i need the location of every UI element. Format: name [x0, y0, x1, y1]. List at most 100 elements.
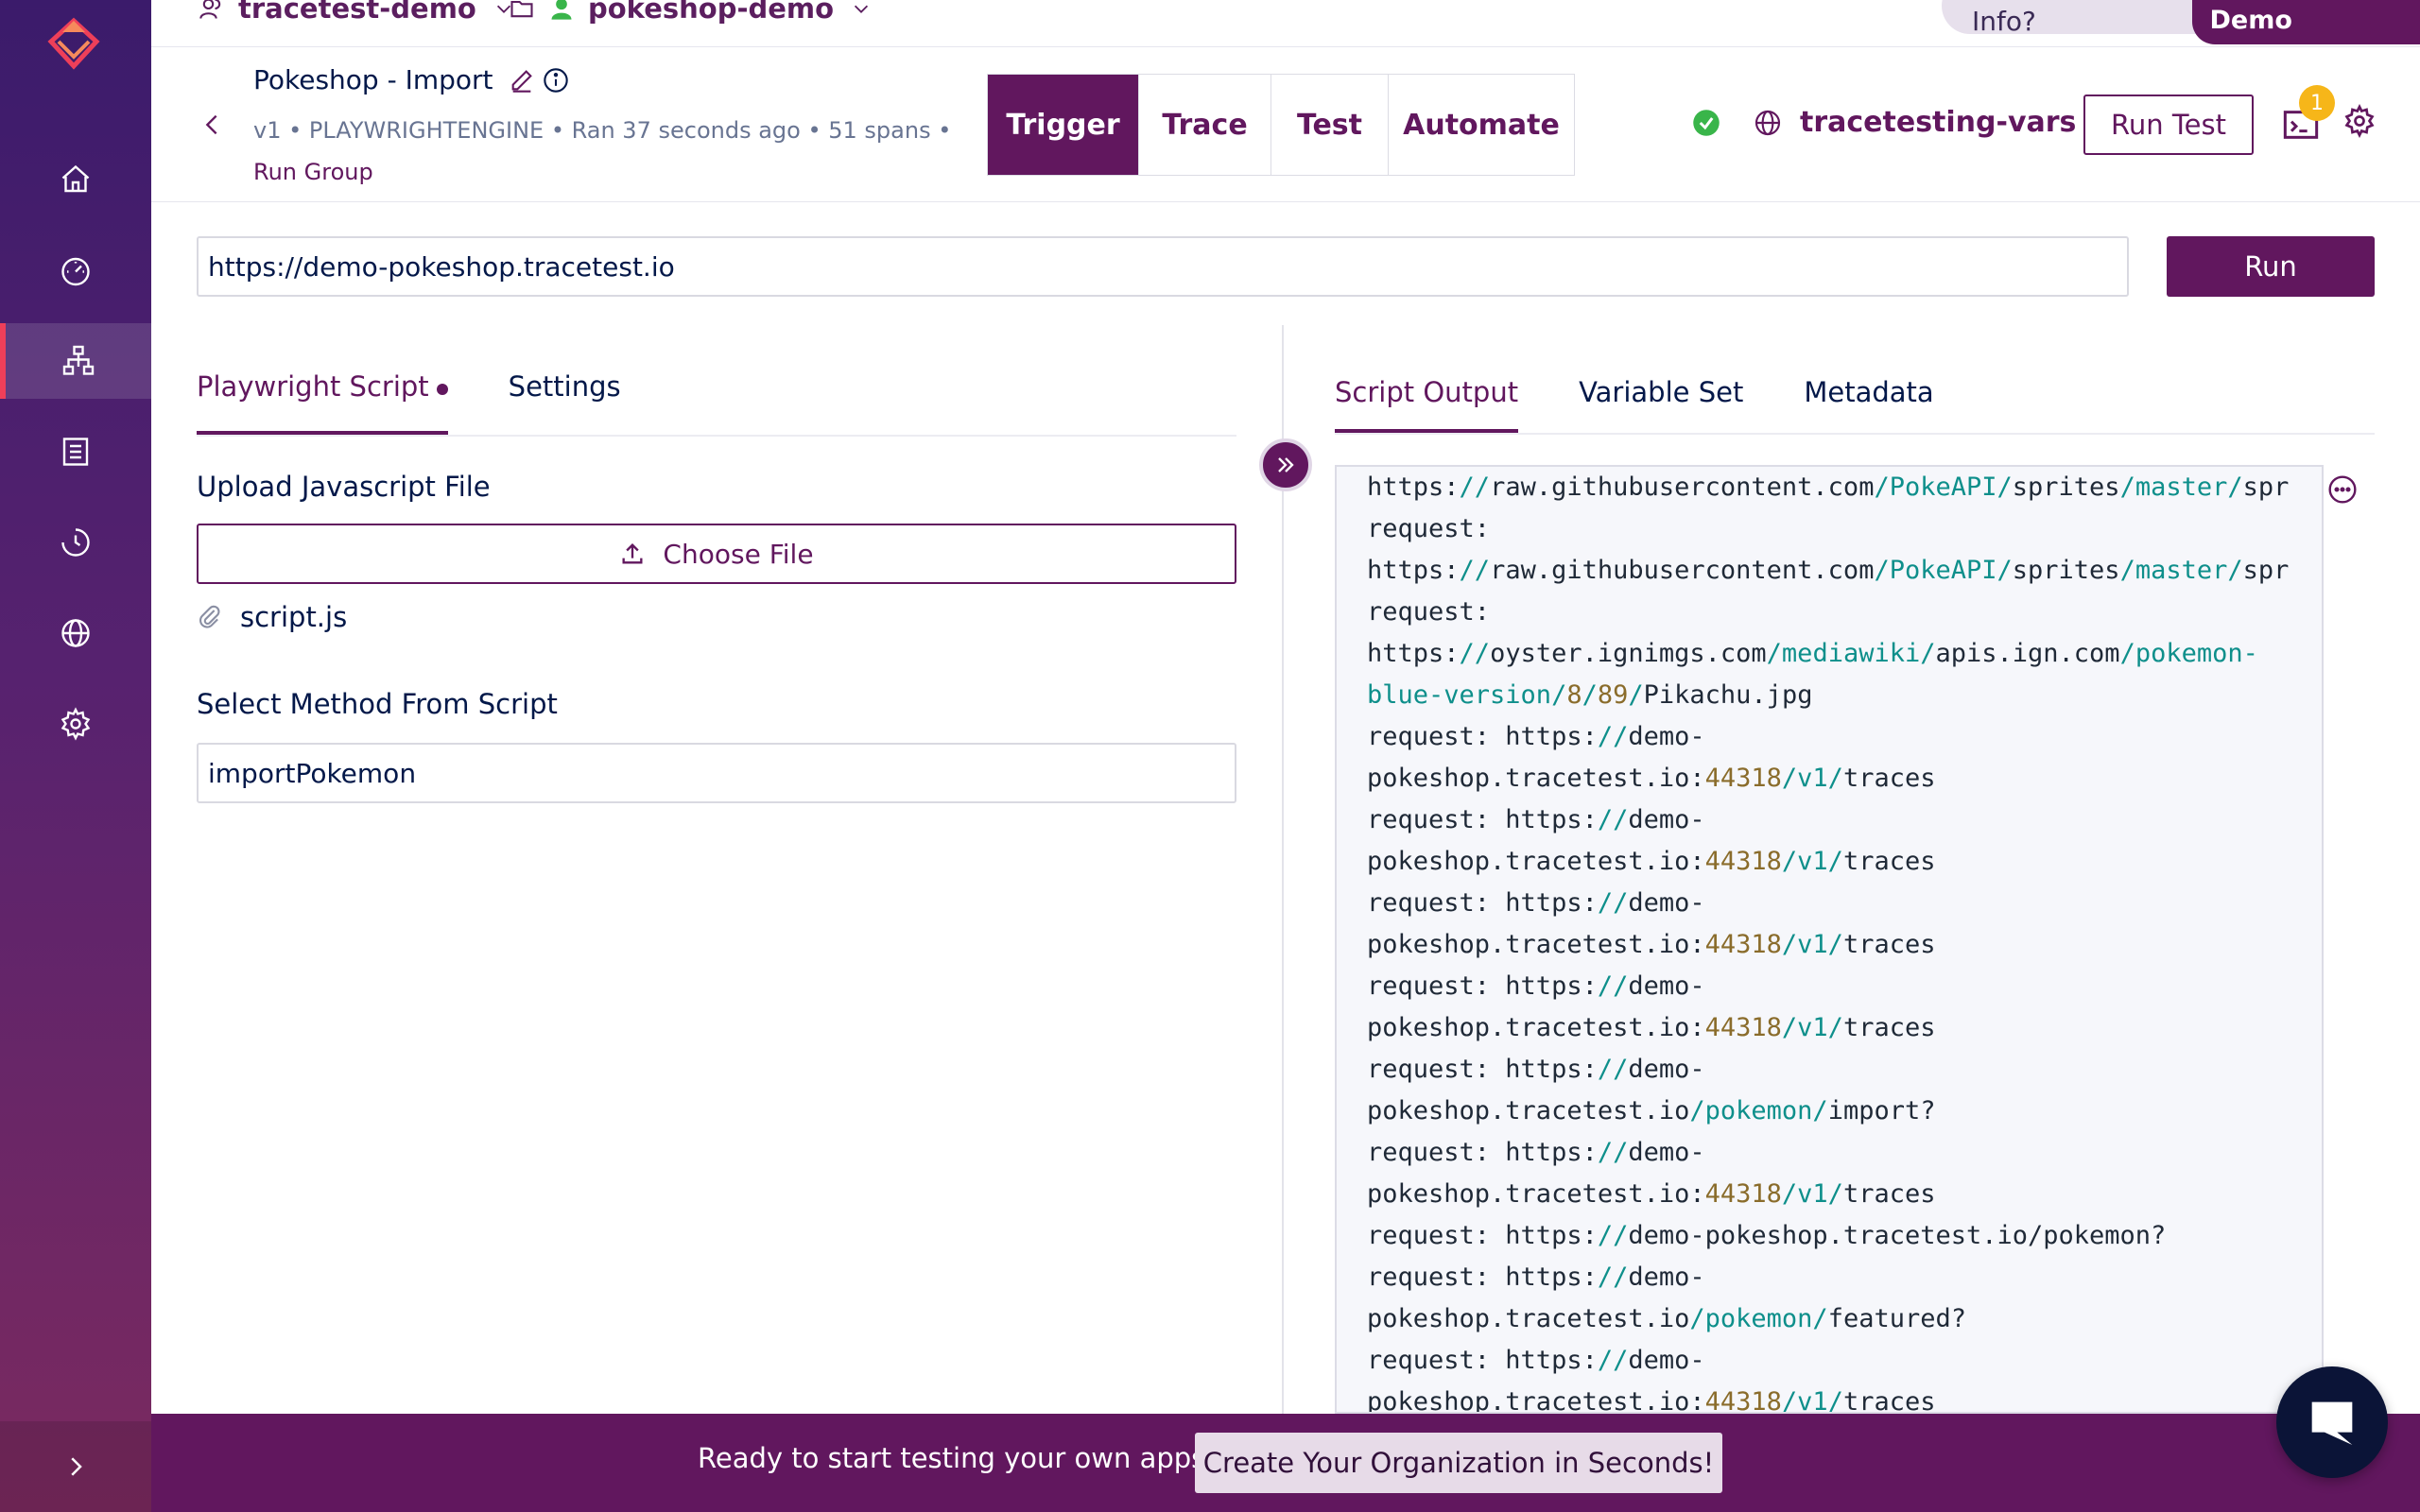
method-label: Select Method From Script — [197, 688, 558, 720]
output-tabs: Script Output Variable Set Metadata — [1335, 376, 2375, 435]
expand-panel-button[interactable] — [1259, 438, 1312, 491]
output-token: request: https: — [1367, 1055, 1598, 1084]
choose-file-button[interactable]: Choose File — [197, 524, 1236, 584]
chevron-down-icon — [854, 5, 869, 13]
choose-file-label: Choose File — [663, 538, 814, 570]
run-button[interactable]: Run — [2167, 236, 2375, 297]
output-line: pokeshop.tracetest.io:44318/v1/traces — [1367, 1007, 2322, 1049]
output-token: /master/ — [2119, 472, 2243, 502]
output-token: // — [1459, 639, 1491, 668]
tab-automate[interactable]: Automate — [1389, 75, 1574, 175]
organization-selector[interactable]: tracetest-demo — [199, 0, 527, 25]
output-token: demo- — [1628, 1055, 1705, 1084]
output-token: sprites — [2012, 556, 2120, 585]
sidebar-item-test-suites[interactable] — [0, 414, 151, 490]
output-line: request: https://demo- — [1367, 966, 2322, 1007]
output-token: 44318 — [1704, 847, 1782, 876]
tab-playwright-script[interactable]: Playwright Script — [197, 370, 448, 435]
output-token: /v1/ — [1781, 764, 1843, 793]
back-arrow-icon[interactable] — [199, 108, 225, 142]
output-token: raw.githubusercontent.com — [1490, 472, 1875, 502]
sidebar-item-environments[interactable] — [0, 595, 151, 671]
output-token: request: https: — [1367, 888, 1598, 918]
test-title-row: Pokeshop - Import — [253, 64, 569, 95]
tab-script-output[interactable]: Script Output — [1335, 376, 1519, 433]
output-token: raw.githubusercontent.com — [1490, 556, 1875, 585]
output-token: demo- — [1628, 805, 1705, 834]
sidebar-collapse-button[interactable] — [0, 1421, 151, 1512]
output-token: traces — [1842, 930, 1936, 959]
output-line: request: https://demo- — [1367, 716, 2322, 758]
sidebar-item-dashboard[interactable] — [0, 232, 151, 308]
sidebar — [0, 0, 151, 1512]
tab-trace[interactable]: Trace — [1139, 75, 1271, 175]
output-token: demo-pokeshop.tracetest.io — [1628, 1221, 2028, 1250]
output-token: https: — [1367, 639, 1460, 668]
run-group-link[interactable]: Run Group — [253, 159, 373, 185]
run-test-button[interactable]: Run Test — [2083, 94, 2254, 155]
output-token: pokeshop.tracetest.io: — [1367, 764, 1705, 793]
sidebar-item-home[interactable] — [0, 142, 151, 217]
method-input[interactable] — [197, 743, 1236, 803]
tab-trigger[interactable]: Trigger — [988, 75, 1139, 175]
output-token: demo- — [1628, 722, 1705, 751]
tracetest-logo-icon[interactable] — [36, 13, 112, 79]
output-token: // — [1597, 1221, 1629, 1250]
sidebar-item-tests[interactable] — [0, 323, 151, 399]
tab-metadata[interactable]: Metadata — [1804, 376, 1933, 433]
output-token: pokeshop.tracetest.io: — [1367, 847, 1705, 876]
output-token: // — [1597, 888, 1629, 918]
output-token: request: — [1367, 514, 1491, 543]
edit-icon[interactable] — [509, 67, 535, 94]
test-meta: v1 • PLAYWRIGHTENGINE • Ran 37 seconds a… — [253, 110, 1000, 193]
output-token: 44318 — [1704, 930, 1782, 959]
output-line: https://raw.githubusercontent.com/PokeAP… — [1367, 467, 2322, 508]
mode-tabs: Trigger Trace Test Automate — [987, 74, 1575, 176]
output-token: 44318 — [1704, 1013, 1782, 1042]
tab-variable-set[interactable]: Variable Set — [1579, 376, 1743, 433]
output-token: pokeshop.tracetest.io: — [1367, 930, 1705, 959]
info-icon[interactable] — [543, 67, 569, 94]
output-token: /PokeAPI/ — [1874, 556, 2013, 585]
output-line: request: https://demo- — [1367, 1257, 2322, 1298]
script-tabs: Playwright Script Settings — [197, 370, 1236, 437]
output-token: // — [1597, 722, 1629, 751]
output-token: /v1/ — [1781, 1387, 1843, 1414]
footer-text: Ready to start testing your own apps? — [698, 1442, 1220, 1474]
test-meta-text: v1 • PLAYWRIGHTENGINE • Ran 37 seconds a… — [253, 117, 952, 144]
output-line: request: https://demo-pokeshop.tracetest… — [1367, 1215, 2322, 1257]
output-token: sprites — [2012, 472, 2120, 502]
variable-set-selector[interactable]: tracetesting-vars — [1692, 106, 2125, 139]
output-token: // — [1597, 971, 1629, 1001]
variable-set-name: tracetesting-vars — [1800, 106, 2077, 139]
tab-test[interactable]: Test — [1271, 75, 1389, 175]
folder-icon — [510, 0, 533, 18]
output-token: spr — [2242, 556, 2290, 585]
url-input[interactable] — [197, 236, 2129, 297]
output-token: Pikachu.jpg — [1643, 680, 1813, 710]
promo-text: Want More Info? — [1972, 0, 2114, 37]
sidebar-item-settings[interactable] — [0, 686, 151, 762]
user-online-icon — [551, 0, 572, 20]
script-output[interactable]: https://raw.githubusercontent.com/PokeAP… — [1335, 465, 2324, 1414]
home-icon — [61, 164, 90, 193]
chat-icon — [2311, 1401, 2353, 1445]
output-token: // — [1597, 1055, 1629, 1084]
create-organization-button[interactable]: Create Your Organization in Seconds! — [1195, 1433, 1722, 1493]
environment-selector[interactable]: pokeshop-demo — [509, 0, 885, 25]
more-options-icon[interactable] — [2327, 474, 2358, 505]
chat-button[interactable] — [2276, 1366, 2388, 1478]
output-token: 89 — [1597, 680, 1629, 710]
tab-settings[interactable]: Settings — [509, 370, 621, 435]
sidebar-item-history[interactable] — [0, 505, 151, 580]
gear-icon[interactable] — [2342, 104, 2377, 138]
output-token: import? — [1827, 1096, 1936, 1125]
output-token: request: https: — [1367, 1138, 1598, 1167]
output-line: request: https://demo- — [1367, 1340, 2322, 1382]
output-token: apis.ign.com — [1935, 639, 2120, 668]
output-token: // — [1597, 1263, 1629, 1292]
paperclip-icon — [199, 605, 220, 628]
environment-name: pokeshop-demo — [588, 0, 835, 25]
book-demo-button[interactable]: Book a Free Demo — [2192, 0, 2420, 44]
uploaded-file: script.js — [197, 601, 347, 633]
